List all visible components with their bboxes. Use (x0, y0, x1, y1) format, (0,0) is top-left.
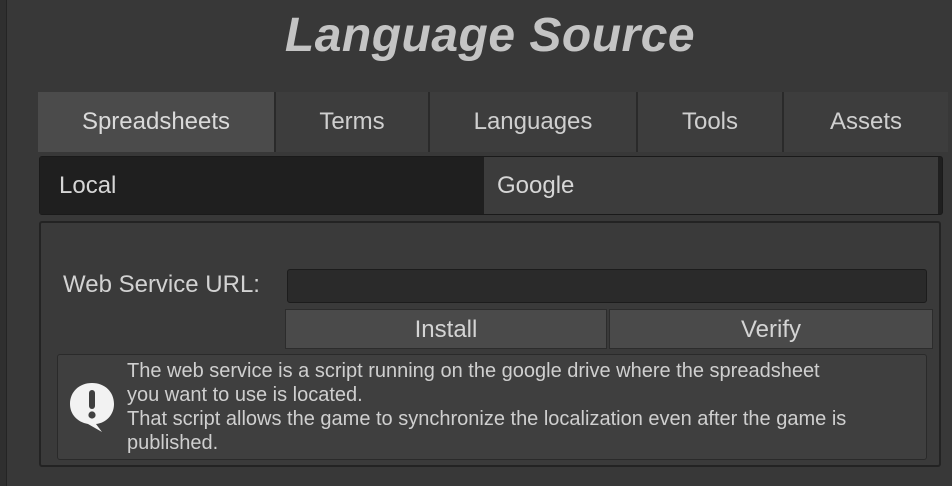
source-subtabs: Local Google (39, 156, 943, 215)
install-button[interactable]: Install (285, 309, 607, 349)
local-settings-panel: Web Service URL: Install Verify The web … (39, 221, 941, 467)
page-title: Language Source (284, 9, 696, 62)
help-line: you want to use is located. (127, 384, 363, 406)
verify-button[interactable]: Verify (609, 309, 933, 349)
help-line: published. (127, 432, 219, 454)
tab-languages[interactable]: Languages (430, 92, 638, 152)
web-service-url-label: Web Service URL: (63, 271, 260, 298)
subtab-google[interactable]: Google (484, 157, 938, 214)
subtab-local[interactable]: Local (40, 157, 483, 214)
tab-terms[interactable]: Terms (276, 92, 430, 152)
left-divider[interactable] (0, 0, 7, 486)
web-service-url-input[interactable] (287, 269, 927, 303)
help-text: The web service is a script running on t… (127, 359, 922, 455)
help-line: The web service is a script running on t… (127, 360, 820, 382)
tab-tools[interactable]: Tools (638, 92, 784, 152)
help-box: The web service is a script running on t… (57, 354, 927, 460)
exclamation-speech-icon (70, 383, 114, 432)
inspector-root: Language Source Spreadsheets Terms Langu… (0, 0, 952, 486)
main-tabs: Spreadsheets Terms Languages Tools Asset… (38, 92, 948, 152)
help-line: That script allows the game to synchroni… (127, 408, 847, 430)
tab-spreadsheets[interactable]: Spreadsheets (38, 92, 276, 152)
tab-assets[interactable]: Assets (784, 92, 948, 152)
